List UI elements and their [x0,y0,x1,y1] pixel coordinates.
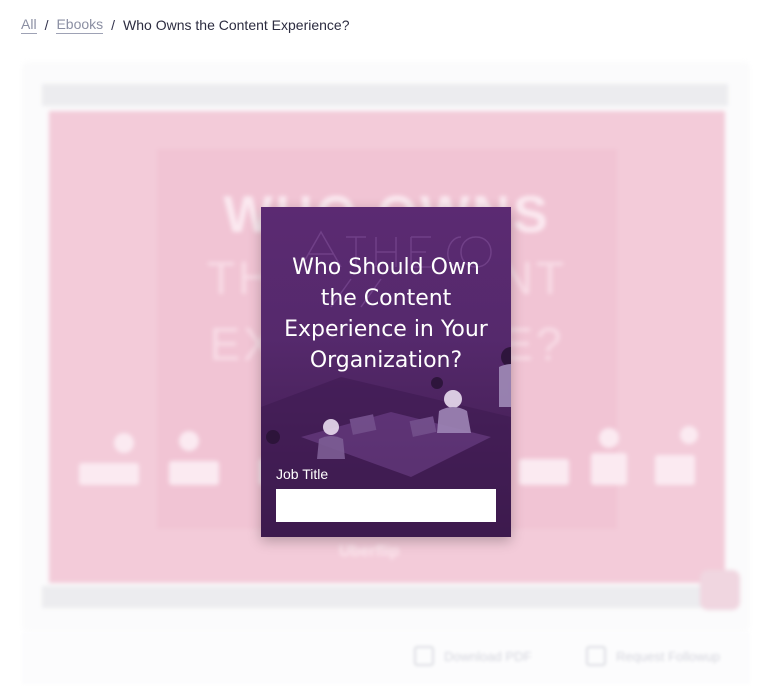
request-icon [586,646,606,666]
action-bar: Download PDF Request Followup [22,632,750,684]
breadcrumb-separator: / [44,17,49,33]
gate-title: Who Should Own the Content Experience in… [284,255,488,373]
breadcrumb-current-page: Who Owns the Content Experience? [123,17,350,33]
download-icon [414,646,434,666]
breadcrumb: All / Ebooks / Who Owns the Content Expe… [21,16,350,34]
viewer-page-bar [42,586,728,608]
page: All / Ebooks / Who Owns the Content Expe… [0,0,780,692]
request-followup-button[interactable]: Request Followup [586,646,720,666]
job-title-input[interactable] [276,489,496,522]
job-title-label: Job Title [276,466,329,482]
cover-brand-logo: Uberflip [339,543,400,560]
viewer-floating-button[interactable] [700,570,740,610]
breadcrumb-separator: / [111,17,116,33]
breadcrumb-link-ebooks[interactable]: Ebooks [56,16,104,34]
content-gate-form: Who Should Own the Content Experience in… [261,207,511,537]
download-pdf-label: Download PDF [444,648,532,664]
download-pdf-button[interactable]: Download PDF [414,646,531,666]
viewer-toolbar [42,84,728,106]
request-followup-label: Request Followup [616,648,721,664]
breadcrumb-link-all[interactable]: All [21,16,37,34]
